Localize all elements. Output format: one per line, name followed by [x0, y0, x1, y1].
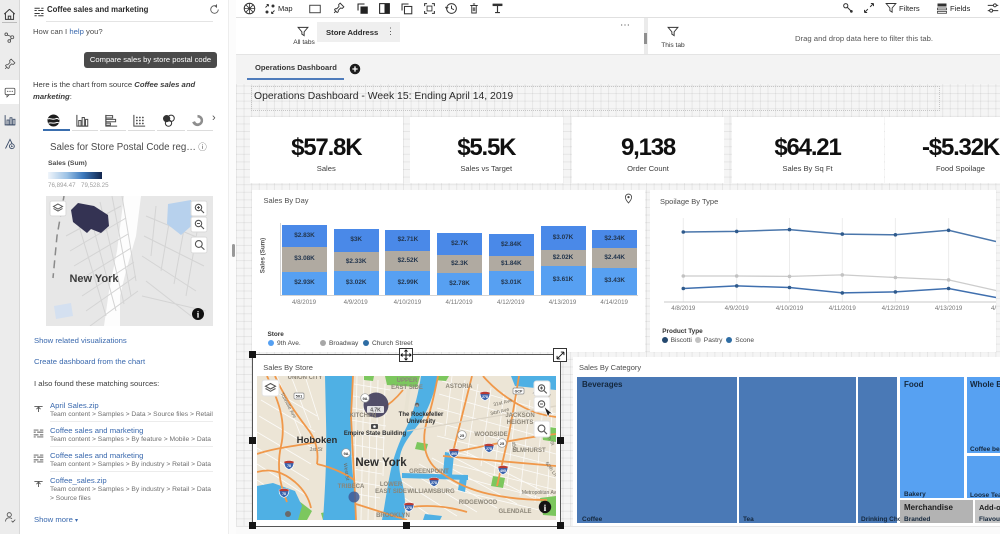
svg-text:BROOKLYN: BROOKLYN — [376, 513, 410, 519]
svg-text:278: 278 — [431, 481, 437, 485]
svg-text:New York: New York — [355, 457, 407, 469]
svg-text:WOODSIDE: WOODSIDE — [474, 432, 507, 438]
svg-text:GLENDALE: GLENDALE — [499, 509, 532, 515]
svg-text:TRIBECA: TRIBECA — [338, 484, 365, 490]
svg-text:495: 495 — [500, 469, 506, 473]
svg-text:78: 78 — [282, 492, 286, 496]
svg-text:495: 495 — [451, 452, 457, 456]
svg-text:25: 25 — [460, 433, 465, 438]
svg-text:Hoboken: Hoboken — [297, 435, 338, 446]
svg-text:Metropolitan Av: Metropolitan Av — [522, 490, 556, 496]
svg-text:JACKSON: JACKSON — [505, 413, 534, 419]
svg-text:UNION CITY: UNION CITY — [288, 376, 323, 381]
svg-text:HEIGHTS: HEIGHTS — [507, 420, 534, 426]
svg-text:The Rockefeller: The Rockefeller — [399, 412, 444, 418]
svg-text:M: M — [416, 404, 419, 408]
svg-text:EAST SIDE: EAST SIDE — [391, 385, 423, 391]
svg-text:278: 278 — [486, 447, 492, 451]
svg-text:GREENPOINT: GREENPOINT — [409, 469, 449, 475]
svg-text:ASTORIA: ASTORIA — [446, 384, 474, 390]
svg-text:University: University — [406, 419, 436, 425]
svg-text:278: 278 — [406, 506, 412, 510]
svg-text:UPPER: UPPER — [397, 378, 418, 384]
svg-text:LOWER: LOWER — [380, 482, 403, 488]
svg-text:Empire State Building: Empire State Building — [344, 431, 407, 437]
svg-text:GCP: GCP — [515, 390, 523, 394]
svg-text:78: 78 — [287, 464, 291, 468]
svg-text:1st St: 1st St — [310, 447, 323, 453]
svg-text:9A: 9A — [343, 451, 348, 456]
svg-text:EAST SIDE: EAST SIDE — [375, 489, 407, 495]
svg-text:25: 25 — [500, 441, 505, 446]
svg-text:KITCHEN: KITCHEN — [350, 413, 377, 419]
svg-text:i: i — [544, 504, 547, 514]
svg-text:WILLIAMSBURG: WILLIAMSBURG — [407, 489, 455, 495]
svg-text:RIDGEWOOD: RIDGEWOOD — [459, 500, 498, 506]
svg-text:278: 278 — [482, 395, 488, 399]
svg-text:New York: New York — [69, 273, 119, 285]
svg-text:9A: 9A — [362, 396, 367, 401]
svg-text:501: 501 — [296, 394, 303, 399]
